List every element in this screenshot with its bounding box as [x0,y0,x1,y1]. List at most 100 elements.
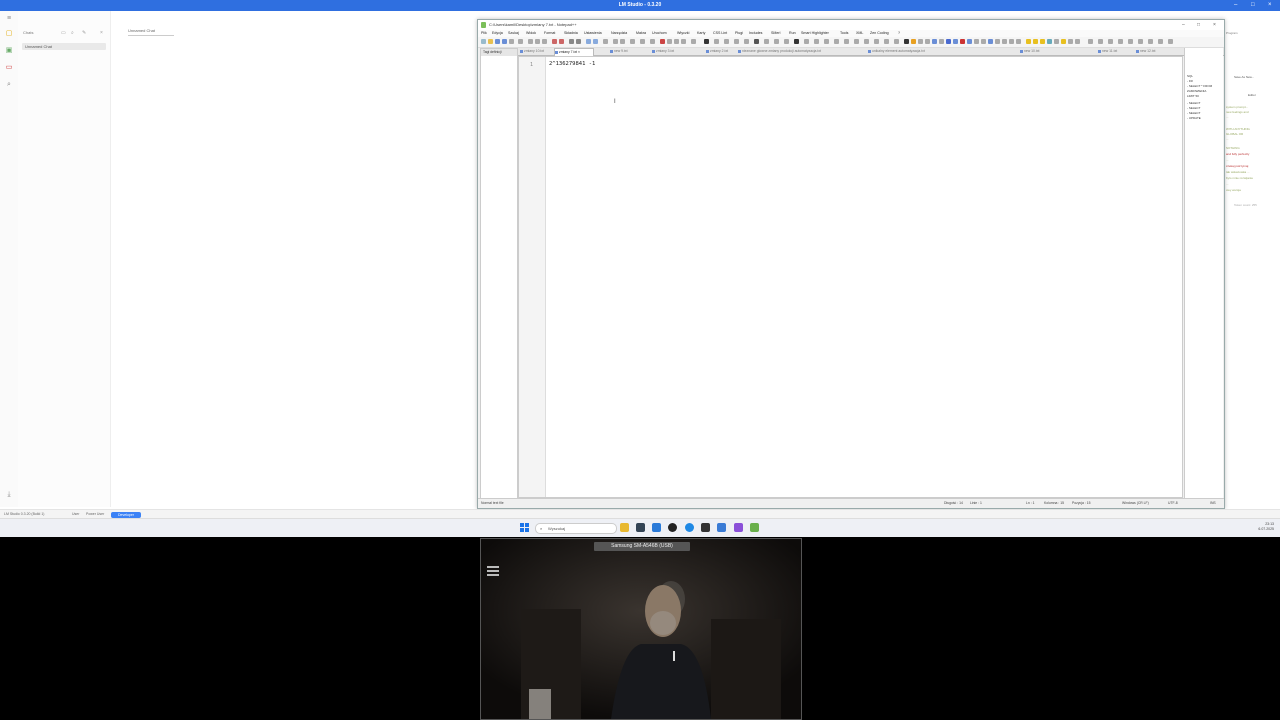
show-all-icon[interactable] [620,39,625,44]
function-list-icon[interactable] [650,39,655,44]
print-icon[interactable] [518,39,523,44]
menu-item[interactable]: Format [544,30,555,37]
plugin-icon[interactable] [925,39,930,44]
plugin-icon[interactable] [1128,39,1133,44]
plugin-icon[interactable] [911,39,916,44]
menu-item[interactable]: Ustawienia [584,30,602,37]
cut-icon[interactable] [528,39,533,44]
plugin-icon[interactable] [794,39,799,44]
plugin-icon[interactable] [974,39,979,44]
plugin-icon[interactable] [1075,39,1080,44]
plugin-icon[interactable] [946,39,951,44]
plugin-icon[interactable] [988,39,993,44]
plugin-icon[interactable] [1168,39,1173,44]
menu-item[interactable]: Run [789,30,796,37]
menu-item[interactable]: Plugi [735,30,743,37]
menu-item[interactable]: Tools [840,30,848,37]
plugin-icon[interactable] [967,39,972,44]
download-icon[interactable]: ⤓ [5,491,13,499]
close-file-icon[interactable] [509,39,514,44]
start-button[interactable] [520,523,529,532]
redo-icon[interactable] [559,39,564,44]
text-editor[interactable]: 1 2^136279841 -1 I [518,56,1183,498]
sync-scroll-icon[interactable] [603,39,608,44]
menu-item[interactable]: Makra [636,30,646,37]
tab-document[interactable]: new 9.txt [610,48,640,55]
plugin-icon[interactable] [953,39,958,44]
plugin-icon[interactable] [1148,39,1153,44]
tab-document[interactable]: zmiany 10.txt [520,48,552,55]
plugin-icon[interactable] [754,39,759,44]
tab-document-active[interactable]: zmiany 7.txt × [554,48,594,56]
plugin-icon[interactable] [939,39,944,44]
tab-document[interactable]: new 11.txt [1098,48,1134,55]
plugin-icon[interactable] [824,39,829,44]
save-macro-icon[interactable] [691,39,696,44]
menu-item[interactable]: Składnia [564,30,578,37]
plugin-icon[interactable] [1047,39,1052,44]
menu-icon[interactable]: ≡ [5,15,13,23]
app-icon[interactable] [701,523,710,532]
menu-item[interactable]: Edycja [492,30,503,37]
plugin-icon[interactable] [774,39,779,44]
plugin-icon[interactable] [932,39,937,44]
menu-item[interactable]: SMerl [771,30,780,37]
plugin-icon[interactable] [1033,39,1038,44]
menu-item[interactable]: Smart Highlighter [801,30,829,37]
menu-item[interactable]: CSS Lint [713,30,727,37]
plugin-icon[interactable] [1009,39,1014,44]
hamburger-menu-icon[interactable] [487,566,499,578]
zoom-out-icon[interactable] [593,39,598,44]
collapse-icon[interactable]: × [100,30,103,36]
tab-document[interactable]: new 12.txt [1136,48,1172,55]
plugin-icon[interactable] [1158,39,1163,44]
close-icon[interactable]: × [1213,20,1216,30]
copy-icon[interactable] [535,39,540,44]
new-file-icon[interactable] [481,39,486,44]
menu-item[interactable]: Includes [749,30,762,37]
editor-tab[interactable]: Editor [1248,93,1256,97]
taskbar-clock[interactable]: 23:13 6.07.2025 [1258,522,1274,532]
record-macro-icon[interactable] [660,39,665,44]
plugin-icon[interactable] [1138,39,1143,44]
close-icon[interactable]: × [1268,2,1272,8]
tab-document[interactable]: unikalny element automatyzacja.txt [868,48,994,55]
save-as-new-button[interactable]: Save As New... [1234,75,1254,79]
plugin-icon[interactable] [784,39,789,44]
menu-item[interactable]: Wtyczki [677,30,689,37]
plugin-icon[interactable] [1068,39,1073,44]
new-folder-icon[interactable]: ▭ [61,30,66,36]
app-icon[interactable] [668,523,677,532]
plugin-icon[interactable] [1061,39,1066,44]
notepadpp-taskbar-icon[interactable] [750,523,759,532]
new-chat-icon[interactable]: ✎ [82,30,86,36]
taskbar-search[interactable]: ⌕ Wyszukaj [535,523,617,534]
app-icon[interactable] [636,523,645,532]
chat-title-text[interactable]: Unnamed Chat [128,28,155,33]
mail-icon[interactable] [652,523,661,532]
plugin-icon[interactable] [864,39,869,44]
plugin-icon[interactable] [1098,39,1103,44]
mode-user[interactable]: User [72,512,79,516]
plugin-icon[interactable] [995,39,1000,44]
menu-item[interactable]: Karty [697,30,705,37]
plugin-icon[interactable] [1040,39,1045,44]
word-wrap-icon[interactable] [613,39,618,44]
tab-document[interactable]: zmiany 3.txt [652,48,692,55]
maximize-icon[interactable]: □ [1197,20,1200,30]
run-macro-icon[interactable] [681,39,686,44]
app-icon[interactable] [734,523,743,532]
menu-item[interactable]: Widok [526,30,536,37]
developer-icon[interactable]: ▣ [5,47,13,55]
plugin-icon[interactable] [874,39,879,44]
plugin-icon[interactable] [1108,39,1113,44]
plugin-icon[interactable] [834,39,839,44]
plugin-icon[interactable] [1118,39,1123,44]
plugin-icon[interactable] [1026,39,1031,44]
search-icon[interactable]: ⌕ [5,81,13,89]
plugin-icon[interactable] [1088,39,1093,44]
search-chats-icon[interactable]: ⌕ [71,30,74,36]
chat-icon[interactable]: ▢ [5,30,13,38]
save-all-icon[interactable] [502,39,507,44]
models-folder-icon[interactable]: ▭ [5,64,13,72]
